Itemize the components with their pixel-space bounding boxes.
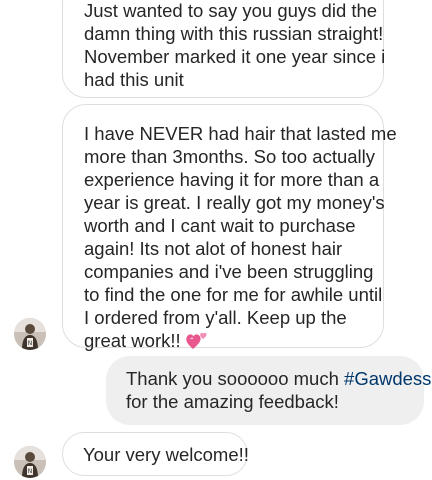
message-text-line: great work!!	[84, 329, 383, 356]
svg-text:N: N	[28, 340, 33, 347]
avatar[interactable]: N	[14, 446, 46, 478]
message-text-line: companies and i've been struggling	[84, 261, 374, 282]
message-text-line: damn thing with this russian straight!	[84, 23, 384, 44]
message-text-line: more than 3months. So too actually	[84, 146, 376, 167]
two-hearts-icon	[185, 329, 209, 356]
message-bubble-incoming: I have NEVER had hair that lasted me mor…	[62, 104, 397, 351]
message-text: Thank you soooooo much	[126, 368, 345, 389]
message-text-line: worth and I cant wait to purchase	[84, 215, 356, 236]
message-bubble-incoming: Your very welcome!!	[62, 432, 249, 476]
message-text-line: I have NEVER had hair that lasted me	[84, 123, 397, 144]
avatar[interactable]: N	[14, 318, 46, 350]
hashtag-link[interactable]: #Gawdess	[344, 368, 431, 389]
message-text-line: experience having it for more than a	[84, 169, 380, 190]
message-text-line: had this unit	[84, 69, 184, 90]
message-text-line: to find the one for me for awhile until	[84, 284, 383, 305]
message-text-line: November marked it one year since i	[84, 46, 386, 67]
message-text: great work!!	[84, 330, 181, 351]
message-text-line: year is great. I really got my money's	[84, 192, 385, 213]
message-text-line: again! Its not alot of honest hair	[84, 238, 343, 259]
message-bubble-incoming: Just wanted to say you guys did the damn…	[62, 0, 386, 98]
message-bubble-outgoing: Thank you soooooo much #Gawdess for the …	[106, 356, 431, 425]
message-text-line: Your very welcome!!	[83, 444, 249, 465]
message-text-line: for the amazing feedback!	[126, 391, 339, 412]
message-text-line: I ordered from y'all. Keep up the	[84, 307, 347, 328]
message-text-line: Just wanted to say you guys did the	[84, 0, 378, 21]
message-text-line: Thank you soooooo much #Gawdess	[126, 367, 431, 390]
svg-text:N: N	[28, 468, 33, 475]
